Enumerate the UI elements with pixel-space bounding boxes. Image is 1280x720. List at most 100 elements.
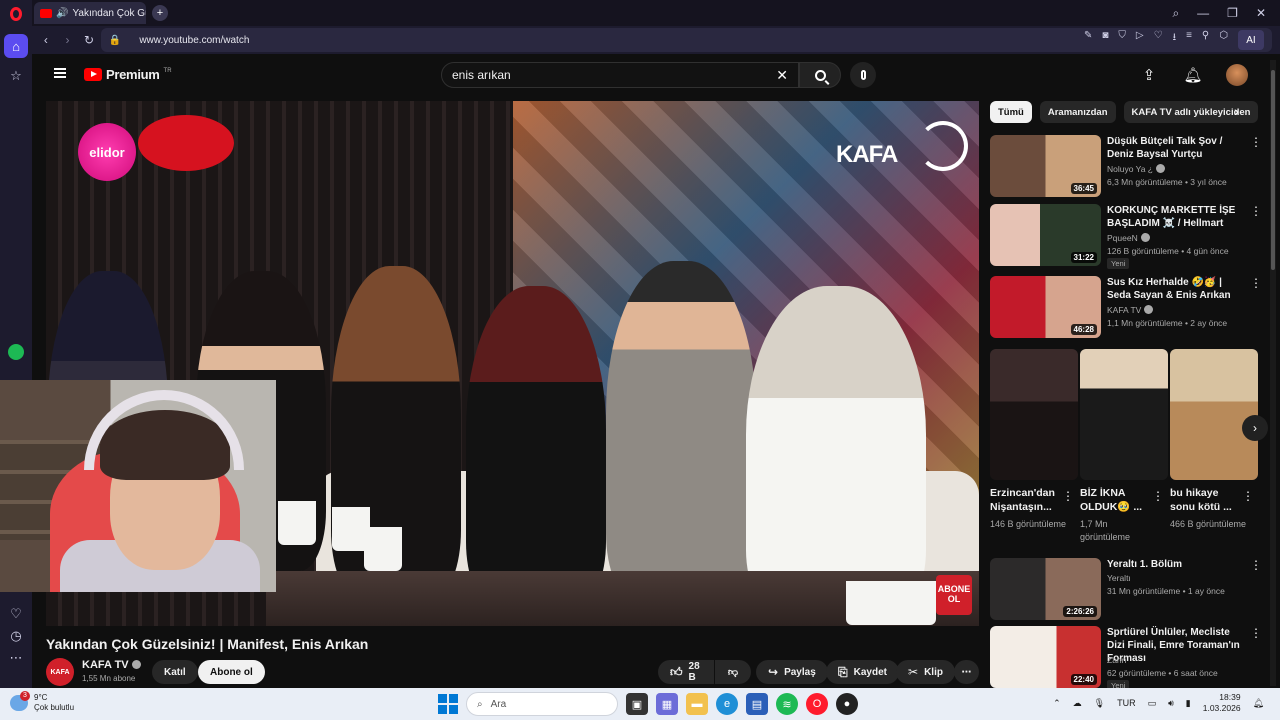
volume-icon[interactable]: 🔊︎ (1168, 698, 1174, 709)
new-tab-button[interactable]: + (152, 5, 168, 21)
minimize-icon[interactable]: — (1197, 6, 1209, 21)
opera-logo-icon[interactable] (0, 0, 32, 28)
file-explorer-icon[interactable]: ▬ (686, 693, 708, 715)
recommendation-thumbnail[interactable]: 31:22 (990, 204, 1101, 266)
maximize-icon[interactable]: ❐ (1227, 6, 1238, 21)
recommendation-thumbnail[interactable]: 22:40 (990, 626, 1101, 688)
close-window-icon[interactable]: ✕ (1256, 6, 1266, 21)
star-icon[interactable]: ☆ (4, 64, 28, 88)
address-field[interactable]: 🔒 www.youtube.com/watch ✎ ◙ ⛉ ▷ ♡ ⭳ ≡ ⚲ … (100, 28, 1272, 52)
camera-icon[interactable]: ◙ (1102, 30, 1108, 50)
battery-icon[interactable]: ▮ (1186, 698, 1191, 709)
widgets-icon[interactable]: ▦ (656, 693, 678, 715)
home-icon[interactable]: ⌂ (4, 34, 28, 58)
recommendation-thumbnail[interactable]: 36:45 (990, 135, 1101, 197)
hamburger-menu-icon[interactable] (54, 68, 66, 78)
favorite-icon[interactable]: ♡ (1154, 30, 1163, 50)
recommendation-title[interactable]: Sus Kız Herhalde 🤣🥳 | Seda Sayan & Enis … (1107, 276, 1245, 302)
recommendation[interactable]: 46:28 Sus Kız Herhalde 🤣🥳 | Seda Sayan &… (990, 276, 1262, 340)
speaker-icon[interactable]: 🔊 (56, 8, 68, 19)
share-button[interactable]: ↪ Paylaş (756, 660, 828, 684)
obs-icon[interactable]: ● (836, 693, 858, 715)
more-options-icon[interactable]: ⋮ (1250, 204, 1262, 218)
short-title[interactable]: BİZ İKNA OLDUK🥹 ... (1080, 486, 1150, 514)
start-icon[interactable] (438, 694, 458, 714)
more-options-icon[interactable]: ⋮ (1062, 489, 1074, 503)
search-button[interactable] (799, 62, 841, 88)
recommendation-title[interactable]: KORKUNÇ MARKETTE İŞE BAŞLADIM ☠️ / Hellm… (1107, 204, 1245, 230)
clock[interactable]: 18:39 1.03.2026 (1203, 692, 1241, 714)
like-button[interactable]: 👍︎ 28 B (658, 660, 714, 684)
more-options-icon[interactable]: ⋮ (1250, 276, 1262, 290)
youtube-logo[interactable]: Premium TR (84, 67, 172, 82)
reload-icon[interactable]: ↻ (83, 33, 95, 47)
notification-bell-icon[interactable]: 🔔︎ (1253, 698, 1264, 709)
chip-all[interactable]: Tümü (990, 101, 1032, 123)
clear-search-icon[interactable]: ✕ (776, 67, 788, 84)
more-icon[interactable]: ⋯ (10, 650, 23, 666)
recommendation-channel[interactable]: Yeraltı (1107, 573, 1131, 583)
shorts-next-button[interactable]: › (1242, 415, 1268, 441)
clip-button[interactable]: ✂ Klip (896, 660, 955, 684)
channel-avatar[interactable]: KAFA (46, 658, 74, 686)
spotify-icon[interactable] (8, 344, 24, 360)
recommendation[interactable]: 36:45 Düşük Bütçeli Talk Şov / Deniz Bay… (990, 135, 1262, 199)
spotify-taskbar-icon[interactable]: ≋ (776, 693, 798, 715)
recommendation-channel[interactable]: PqueeN (1107, 233, 1150, 243)
menu-icon[interactable]: ≡ (1186, 30, 1192, 50)
recommendation-channel[interactable]: Noluyo Ya ¿ (1107, 164, 1165, 174)
tray-app-icon[interactable]: ☁ (1073, 698, 1082, 709)
short-thumbnail[interactable] (990, 349, 1078, 480)
subscribe-button[interactable]: Abone ol (198, 660, 265, 684)
store-icon[interactable]: ▤ (746, 693, 768, 715)
more-actions-button[interactable]: ⋯ (954, 660, 979, 684)
recommendation[interactable]: 2:26:26 Yeraltı 1. Bölüm Yeraltı 31 Mn g… (990, 558, 1262, 622)
recommendation-channel[interactable]: Zann (1107, 655, 1126, 665)
language-indicator[interactable]: TUR (1117, 698, 1136, 708)
search-tabs-icon[interactable]: ⌕ (1172, 6, 1179, 21)
short-title[interactable]: bu hikaye sonu kötü ... (1170, 486, 1240, 514)
browser-tab[interactable]: 🔊 Yakından Çok Güzelsiniz! (34, 2, 146, 24)
recommendation-channel[interactable]: KAFA TV (1107, 305, 1154, 315)
play-icon[interactable]: ▷ (1136, 30, 1144, 50)
join-button[interactable]: Katıl (152, 660, 198, 684)
back-icon[interactable]: ‹ (40, 33, 52, 47)
voice-search-button[interactable] (850, 62, 876, 88)
more-options-icon[interactable]: ⋮ (1250, 626, 1262, 640)
recommendation[interactable]: 22:40 Sprtiürel Ünlüler, Mecliste Dizi F… (990, 626, 1262, 691)
dislike-button[interactable]: 👎︎ (715, 660, 751, 684)
chip-from-search[interactable]: Aramanızdan (1039, 101, 1116, 123)
edit-icon[interactable]: ✎ (1084, 30, 1092, 50)
more-options-icon[interactable]: ⋮ (1250, 558, 1262, 572)
upload-icon[interactable]: ⇪ (1138, 64, 1160, 86)
short-thumbnail[interactable] (1170, 349, 1258, 480)
more-options-icon[interactable]: ⋮ (1250, 135, 1262, 149)
chips-next-icon[interactable]: › (1234, 103, 1239, 119)
recommendation-thumbnail[interactable]: 2:26:26 (990, 558, 1101, 620)
recommendation-title[interactable]: Düşük Bütçeli Talk Şov / Deniz Baysal Yu… (1107, 135, 1245, 161)
recommendation-title[interactable]: Yeraltı 1. Bölüm (1107, 558, 1245, 571)
extensions-icon[interactable]: ⬡ (1219, 30, 1228, 50)
short-thumbnail[interactable] (1080, 349, 1168, 480)
notifications-icon[interactable]: 🔔︎ (1182, 64, 1204, 86)
tray-chevron-icon[interactable]: ⌃ (1053, 698, 1061, 709)
channel-name[interactable]: KAFA TV (82, 659, 141, 671)
edge-icon[interactable]: e (716, 693, 738, 715)
shield-icon[interactable]: ⛉ (1118, 30, 1126, 50)
short-title[interactable]: Erzincan'dan Nişantaşın... (990, 486, 1060, 514)
network-icon[interactable]: ▭ (1148, 698, 1157, 709)
opera-taskbar-icon[interactable]: O (806, 693, 828, 715)
forward-icon[interactable]: › (62, 33, 74, 47)
recommendation[interactable]: 31:22 KORKUNÇ MARKETTE İŞE BAŞLADIM ☠️ /… (990, 204, 1262, 269)
search-input[interactable]: enis arıkan ✕ (441, 62, 799, 88)
taskbar-search[interactable]: ⌕ Ara (466, 692, 618, 716)
recommendation-thumbnail[interactable]: 46:28 (990, 276, 1101, 338)
scrollbar-thumb[interactable] (1271, 70, 1275, 270)
heart-icon[interactable]: ♡ (10, 606, 22, 622)
task-view-icon[interactable]: ▣ (626, 693, 648, 715)
account-avatar[interactable] (1226, 64, 1248, 86)
ai-button[interactable]: AI (1237, 30, 1264, 50)
more-options-icon[interactable]: ⋮ (1152, 489, 1164, 503)
save-button[interactable]: ⎘ Kaydet (826, 660, 899, 684)
more-options-icon[interactable]: ⋮ (1242, 489, 1254, 503)
